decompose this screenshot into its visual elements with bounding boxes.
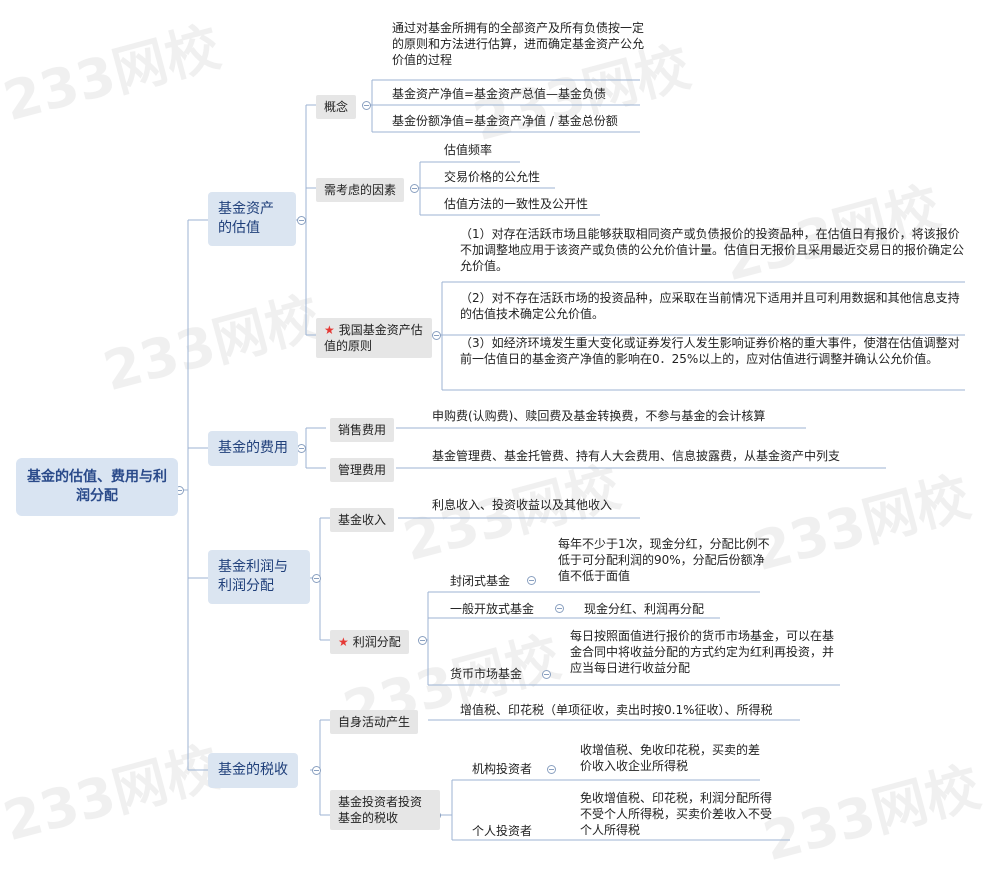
collapse-icon[interactable]	[297, 444, 306, 453]
topic-income[interactable]: 基金收入	[330, 508, 395, 533]
collapse-icon[interactable]	[547, 765, 556, 774]
collapse-icon[interactable]	[432, 331, 441, 340]
principle-item: （2）对不存在活跃市场的投资品种，应采取在当前情况下适用并且可利用数据和其他信息…	[460, 291, 960, 322]
income-text: 利息收入、投资收益以及其他收入	[432, 498, 613, 512]
topic-label: 概念	[324, 100, 349, 114]
star-icon: ★	[338, 635, 349, 649]
branch-label: 基金利润与利润分配	[218, 559, 288, 594]
collapse-icon[interactable]	[555, 604, 564, 613]
collapse-icon[interactable]	[312, 766, 321, 775]
money-fund-text: 每日按照面值进行报价的货币市场基金，可以在基金合同中将收益分配的方式约定为红利再…	[570, 629, 835, 676]
principle-item: （3）如经济环境发生重大变化或证券发行人发生影响证券价格的重大事件，使潜在估值调…	[460, 336, 960, 367]
self-tax-text: 增值税、印花税（单项征收，卖出时按0.1%征收）、所得税	[460, 703, 773, 717]
concept-formula-unit-nav: 基金份额净值=基金资产净值 / 基金总份额	[392, 114, 618, 128]
star-icon: ★	[324, 323, 335, 337]
root-label: 基金的估值、费用与利润分配	[27, 469, 167, 504]
branch-profit[interactable]: 基金利润与利润分配	[208, 550, 310, 604]
topic-concept[interactable]: 概念	[316, 95, 357, 120]
branch-valuation[interactable]: 基金资产的估值	[208, 192, 296, 246]
mind-map-canvas: 233网校 233网校 233网校 233网校 233网校 233网校 233网…	[0, 0, 983, 873]
individual-investor-label[interactable]: 个人投资者	[472, 823, 532, 839]
branch-tax[interactable]: 基金的税收	[208, 753, 298, 788]
topic-label: 基金投资者投资基金的税收	[338, 795, 423, 826]
institution-investor-label[interactable]: 机构投资者	[472, 761, 532, 777]
mgmt-fee-text: 基金管理费、基金托管费、持有人大会费用、信息披露费，从基金资产中列支	[432, 449, 841, 463]
collapse-icon[interactable]	[362, 101, 371, 110]
topic-investor-tax[interactable]: 基金投资者投资基金的税收	[330, 790, 440, 831]
concept-definition: 通过对基金所拥有的全部资产及所有负债按一定的原则和方法进行估算，进而确定基金资产…	[392, 21, 645, 68]
topic-label: 我国基金资产估值的原则	[324, 323, 423, 354]
principle-item: （1）对存在活跃市场且能够获取相同资产或负债报价的投资品种，在估值日有报价，将该…	[460, 227, 965, 274]
factor-item: 估值频率	[444, 143, 493, 157]
topic-principles[interactable]: ★ 我国基金资产估值的原则	[316, 318, 432, 359]
topic-mgmt-fee[interactable]: 管理费用	[330, 458, 395, 483]
topic-sales-fee[interactable]: 销售费用	[330, 418, 395, 443]
collapse-icon[interactable]	[312, 574, 321, 583]
collapse-icon[interactable]	[542, 670, 551, 679]
topic-label: 需考虑的因素	[324, 183, 397, 197]
institution-investor-text: 收增值税、免收印花税，买卖的差价收入收企业所得税	[580, 743, 761, 774]
individual-investor-text: 免收增值税、印花税，利润分配所得不受个人所得税，买卖价差收入不受个人所得税	[580, 791, 773, 838]
topic-label: 基金收入	[338, 513, 387, 527]
topic-distribution[interactable]: ★ 利润分配	[330, 630, 409, 655]
branch-label: 基金资产的估值	[218, 201, 274, 236]
topic-self-tax[interactable]: 自身活动产生	[330, 710, 419, 735]
topic-label: 自身活动产生	[338, 715, 411, 729]
open-fund-label[interactable]: 一般开放式基金	[450, 601, 534, 617]
open-fund-text: 现金分红、利润再分配	[584, 602, 705, 616]
collapse-icon[interactable]	[418, 636, 427, 645]
collapse-icon[interactable]	[527, 576, 536, 585]
topic-label: 销售费用	[338, 423, 387, 437]
closed-fund-label[interactable]: 封闭式基金	[450, 573, 510, 589]
topic-label: 利润分配	[352, 635, 401, 649]
root-topic[interactable]: 基金的估值、费用与利润分配	[16, 458, 178, 516]
topic-factors[interactable]: 需考虑的因素	[316, 178, 405, 203]
closed-fund-text: 每年不少于1次，现金分红，分配比例不低于可分配利润的90%，分配后份额净值不低于…	[558, 537, 770, 584]
collapse-icon[interactable]	[410, 184, 419, 193]
concept-formula-nav: 基金资产净值=基金资产总值—基金负债	[392, 87, 607, 101]
sales-fee-text: 申购费(认购费)、赎回费及基金转换费，不参与基金的会计核算	[432, 409, 766, 423]
factor-item: 估值方法的一致性及公开性	[444, 197, 589, 211]
collapse-icon[interactable]	[297, 216, 306, 225]
factor-item: 交易价格的公允性	[444, 170, 541, 184]
branch-fees[interactable]: 基金的费用	[208, 431, 298, 466]
branch-label: 基金的税收	[218, 762, 288, 778]
money-fund-label[interactable]: 货币市场基金	[450, 666, 522, 682]
topic-label: 管理费用	[338, 463, 387, 477]
branch-label: 基金的费用	[218, 440, 288, 456]
